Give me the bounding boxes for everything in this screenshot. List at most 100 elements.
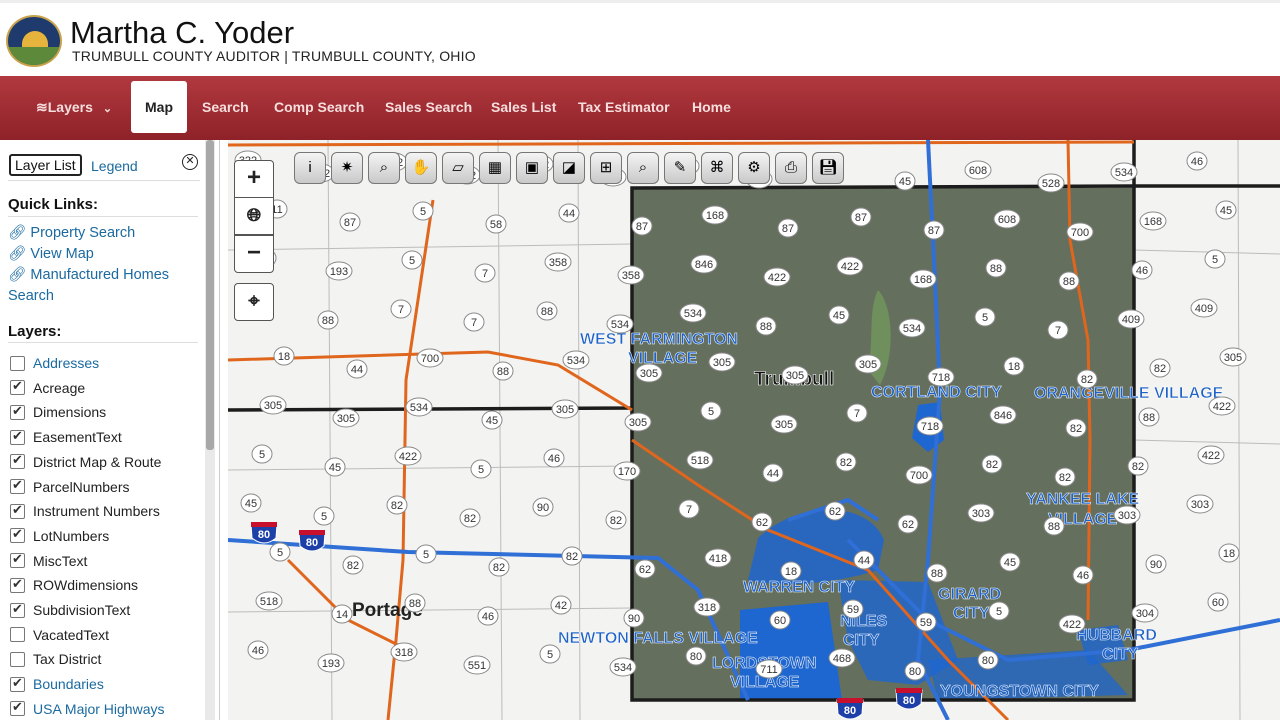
layer-checkbox[interactable]: [10, 576, 25, 593]
layer-checkbox[interactable]: [10, 627, 25, 643]
route-shield: 168: [701, 205, 729, 225]
tab-layer-list[interactable]: Layer List: [9, 154, 82, 176]
county-seal-logo: [6, 15, 62, 67]
svg-text:608: 608: [998, 214, 1016, 226]
share-icon[interactable]: ⚙: [738, 152, 770, 184]
photo-icon[interactable]: ▣: [516, 152, 548, 184]
layer-item[interactable]: District Map & Route: [10, 452, 161, 472]
layer-item[interactable]: LotNumbers: [10, 526, 109, 546]
nav-home[interactable]: Home: [692, 76, 731, 140]
svg-text:46: 46: [548, 453, 560, 465]
layer-item[interactable]: Acreage: [10, 378, 85, 398]
route-shield: 88: [317, 310, 339, 330]
layer-checkbox[interactable]: [10, 675, 25, 692]
select-parcel-icon[interactable]: ▦: [479, 152, 511, 184]
svg-text:82: 82: [347, 560, 359, 572]
svg-text:846: 846: [695, 259, 713, 271]
map-canvas[interactable]: Portage Trumbull WEST FARMINGTONVILLAGEC…: [228, 140, 1280, 720]
zoom-in-button[interactable]: +: [234, 160, 274, 198]
map-layers-icon[interactable]: ◪: [553, 152, 585, 184]
layer-item[interactable]: MiscText: [10, 551, 87, 571]
route-shield: 46: [247, 640, 269, 660]
layer-item[interactable]: ROWdimensions: [10, 575, 138, 595]
nav-comp-search[interactable]: Comp Search: [274, 76, 364, 140]
quick-link-view-map[interactable]: 🔗︎ View Map: [8, 245, 94, 262]
svg-text:46: 46: [1191, 156, 1203, 168]
identify-icon[interactable]: ✷: [331, 152, 363, 184]
layer-item[interactable]: Dimensions: [10, 402, 106, 422]
svg-text:528: 528: [1042, 178, 1060, 190]
layer-checkbox[interactable]: [10, 601, 25, 618]
layer-checkbox[interactable]: [10, 355, 25, 371]
layer-checkbox[interactable]: [10, 452, 25, 470]
zoom-area-icon[interactable]: ⌕: [368, 152, 400, 184]
svg-text:18: 18: [1008, 361, 1020, 373]
route-shield: 5: [974, 307, 996, 327]
route-shield: 88: [404, 593, 426, 613]
layer-checkbox[interactable]: [10, 502, 25, 519]
divider: [8, 216, 198, 217]
quick-link-property-search[interactable]: 🔗︎ Property Search: [8, 224, 135, 241]
nav-tax-estimator[interactable]: Tax Estimator: [578, 76, 670, 140]
pencil-icon[interactable]: ✎: [664, 152, 696, 184]
quick-link-manufactured-homes-cont[interactable]: Search: [8, 288, 54, 304]
route-shield: 409: [1190, 298, 1218, 318]
layer-item[interactable]: USA Major Highways: [10, 699, 165, 719]
layer-checkbox[interactable]: [10, 526, 25, 544]
route-shield: 305: [551, 399, 579, 419]
route-shield: 846: [989, 405, 1017, 425]
globe-icon[interactable]: 🌐︎: [234, 197, 274, 235]
layer-checkbox[interactable]: [10, 378, 25, 396]
pan-hand-icon[interactable]: ✋: [405, 152, 437, 184]
measure-icon[interactable]: ⊞: [590, 152, 622, 184]
layer-item[interactable]: ParcelNumbers: [10, 477, 129, 497]
layer-checkbox[interactable]: [10, 428, 25, 445]
layer-item[interactable]: VacatedText: [10, 625, 109, 645]
layer-checkbox[interactable]: [10, 403, 25, 420]
locate-icon[interactable]: ⌖: [234, 283, 274, 321]
nav-sales-list[interactable]: Sales List: [491, 76, 556, 140]
close-icon[interactable]: ✕: [182, 154, 198, 170]
svg-text:7: 7: [854, 408, 860, 420]
svg-text:80: 80: [903, 695, 915, 707]
svg-text:45: 45: [486, 415, 498, 427]
layer-item[interactable]: Instrument Numbers: [10, 501, 160, 521]
layer-checkbox[interactable]: [10, 551, 25, 569]
nav-sales-search[interactable]: Sales Search: [385, 76, 472, 140]
route-shield: 5: [269, 542, 291, 562]
nav-map[interactable]: Map: [131, 81, 187, 133]
route-shield: 90: [623, 608, 645, 628]
quick-link-manufactured-homes[interactable]: 🔗︎ Manufactured Homes: [8, 266, 169, 283]
info-icon[interactable]: i: [294, 152, 326, 184]
svg-text:46: 46: [252, 645, 264, 657]
layer-item[interactable]: SubdivisionText: [10, 600, 130, 620]
buffer-icon[interactable]: ⌘: [701, 152, 733, 184]
svg-text:551: 551: [468, 660, 486, 672]
svg-text:87: 87: [928, 225, 940, 237]
layer-checkbox[interactable]: [10, 699, 25, 717]
route-shield: 42: [550, 595, 572, 615]
nav-layers[interactable]: ≋Layers ⌄: [36, 76, 112, 140]
tab-legend[interactable]: Legend: [91, 158, 138, 174]
route-shield: 18: [1218, 543, 1240, 563]
layer-item[interactable]: Addresses: [10, 353, 99, 373]
layer-checkbox[interactable]: [10, 477, 25, 494]
route-shield: 305: [854, 354, 882, 374]
svg-text:518: 518: [691, 455, 709, 467]
svg-text:88: 88: [409, 598, 421, 610]
svg-text:60: 60: [1212, 597, 1224, 609]
nav-search[interactable]: Search: [202, 76, 249, 140]
eraser-icon[interactable]: ▱: [442, 152, 474, 184]
magnifier-icon[interactable]: ⌕: [627, 152, 659, 184]
layer-checkbox[interactable]: [10, 651, 25, 667]
save-icon[interactable]: 💾︎: [812, 152, 844, 184]
print-icon[interactable]: ⎙: [775, 152, 807, 184]
route-shield: 82: [1149, 358, 1171, 378]
layer-item[interactable]: Tax District: [10, 649, 101, 669]
zoom-out-button[interactable]: −: [234, 235, 274, 273]
sidebar-scroll-thumb[interactable]: [206, 140, 214, 450]
route-shield: 44: [558, 203, 580, 223]
layer-item[interactable]: EasementText: [10, 427, 122, 447]
map-drawing: Portage Trumbull WEST FARMINGTONVILLAGEC…: [228, 140, 1280, 720]
layer-item[interactable]: Boundaries: [10, 674, 104, 694]
